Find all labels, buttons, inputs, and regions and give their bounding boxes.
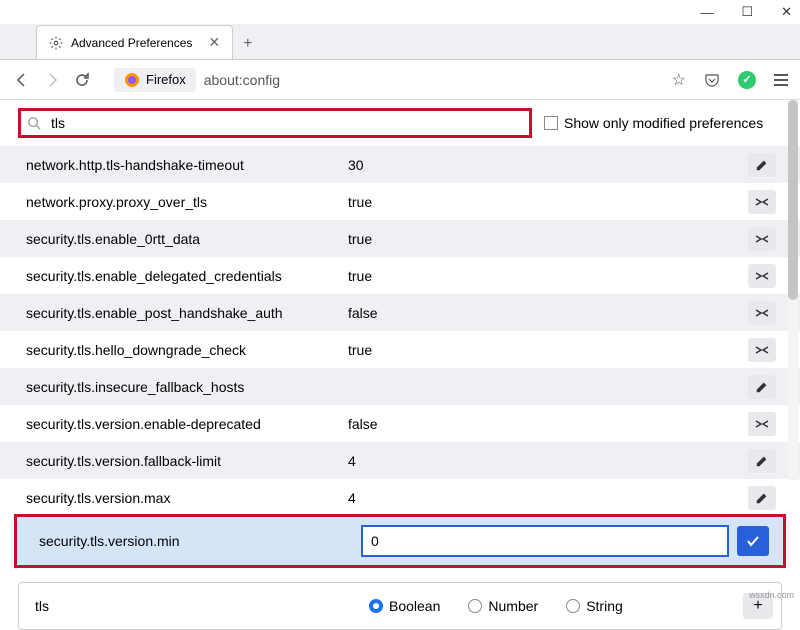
back-button[interactable] <box>12 70 32 90</box>
pref-row: security.tls.insecure_fallback_hosts <box>0 368 800 405</box>
pref-row-editing: security.tls.version.min <box>14 514 786 568</box>
radio-icon <box>566 599 580 613</box>
toggle-button[interactable] <box>748 338 776 362</box>
browser-tab[interactable]: Advanced Preferences ✕ <box>36 25 233 59</box>
pref-row: security.tls.version.fallback-limit4 <box>0 442 800 479</box>
pref-value: false <box>348 305 742 321</box>
pref-row: network.http.tls-handshake-timeout30 <box>0 146 800 183</box>
new-tab-button[interactable]: + <box>233 29 262 59</box>
pref-value: 30 <box>348 157 742 173</box>
pref-row: security.tls.enable_post_handshake_authf… <box>0 294 800 331</box>
pref-edit-input[interactable] <box>361 525 729 557</box>
edit-button[interactable] <box>748 153 776 177</box>
radio-number[interactable]: Number <box>468 598 538 614</box>
radio-icon <box>369 599 383 613</box>
tab-title: Advanced Preferences <box>71 36 192 50</box>
pref-name: security.tls.version.min <box>31 533 361 549</box>
radio-boolean[interactable]: Boolean <box>369 598 440 614</box>
gear-icon <box>49 36 63 50</box>
pref-name: security.tls.insecure_fallback_hosts <box>18 379 348 395</box>
tab-bar: Advanced Preferences ✕ + <box>0 24 800 60</box>
search-icon <box>27 116 41 130</box>
pref-value: true <box>348 231 742 247</box>
pref-row: network.proxy.proxy_over_tlstrue <box>0 183 800 220</box>
check-icon <box>745 533 761 549</box>
menu-button[interactable] <box>774 74 788 86</box>
firefox-icon <box>124 72 140 88</box>
pref-name: security.tls.version.fallback-limit <box>18 453 348 469</box>
pref-row: security.tls.version.enable-deprecatedfa… <box>0 405 800 442</box>
reload-button[interactable] <box>72 70 92 90</box>
radio-label: String <box>586 598 623 614</box>
toggle-button[interactable] <box>748 190 776 214</box>
pref-value: 4 <box>348 453 742 469</box>
search-box[interactable] <box>18 108 532 138</box>
nav-bar: Firefox about:config ☆ ✓ <box>0 60 800 100</box>
pref-value: true <box>348 194 742 210</box>
edit-button[interactable] <box>748 375 776 399</box>
watermark: wsxdn.com <box>749 590 794 600</box>
checkbox-icon <box>544 116 558 130</box>
toggle-button[interactable] <box>748 227 776 251</box>
search-input[interactable] <box>49 113 523 133</box>
pref-name: security.tls.enable_0rtt_data <box>18 231 348 247</box>
scrollbar[interactable] <box>788 100 798 480</box>
add-pref-name: tls <box>27 598 357 614</box>
forward-button[interactable] <box>42 70 62 90</box>
edit-button[interactable] <box>748 449 776 473</box>
minimize-button[interactable]: — <box>700 5 713 20</box>
preference-list: network.http.tls-handshake-timeout30netw… <box>0 146 800 516</box>
pref-value: true <box>348 268 742 284</box>
pref-row: security.tls.enable_delegated_credential… <box>0 257 800 294</box>
close-tab-icon[interactable]: ✕ <box>208 34 220 51</box>
pref-value: false <box>348 416 742 432</box>
toggle-button[interactable] <box>748 264 776 288</box>
save-button[interactable] <box>737 526 769 556</box>
checkbox-label: Show only modified preferences <box>564 115 763 131</box>
pref-name: security.tls.enable_delegated_credential… <box>18 268 348 284</box>
toggle-button[interactable] <box>748 301 776 325</box>
pref-row: security.tls.hello_downgrade_checktrue <box>0 331 800 368</box>
bookmark-icon[interactable]: ☆ <box>672 70 686 90</box>
radio-string[interactable]: String <box>566 598 623 614</box>
toggle-button[interactable] <box>748 412 776 436</box>
type-radios: Boolean Number String <box>369 598 731 614</box>
extension-icon[interactable]: ✓ <box>738 71 756 89</box>
filter-bar: Show only modified preferences <box>0 100 800 146</box>
show-modified-checkbox[interactable]: Show only modified preferences <box>544 115 763 131</box>
maximize-button[interactable]: ☐ <box>741 4 753 20</box>
url-identity[interactable]: Firefox <box>114 68 196 92</box>
pref-row: security.tls.enable_0rtt_datatrue <box>0 220 800 257</box>
url-prefix-label: Firefox <box>146 72 186 87</box>
url-text: about:config <box>204 72 662 88</box>
pocket-icon[interactable] <box>704 72 720 88</box>
pref-value: true <box>348 342 742 358</box>
scroll-thumb[interactable] <box>788 100 798 300</box>
pref-name: security.tls.version.max <box>18 490 348 506</box>
url-bar[interactable]: Firefox about:config <box>114 68 662 92</box>
radio-label: Number <box>488 598 538 614</box>
pref-name: security.tls.version.enable-deprecated <box>18 416 348 432</box>
pref-row: security.tls.version.max4 <box>0 479 800 516</box>
add-pref-bar: tls BooleanNumberString + <box>18 582 782 630</box>
pref-name: network.http.tls-handshake-timeout <box>18 157 348 173</box>
window-controls: — ☐ ✕ <box>0 0 800 24</box>
pref-name: security.tls.hello_downgrade_check <box>18 342 348 358</box>
radio-icon <box>468 599 482 613</box>
close-window-button[interactable]: ✕ <box>781 4 792 20</box>
pref-value: 4 <box>348 490 742 506</box>
radio-label: Boolean <box>389 598 440 614</box>
edit-button[interactable] <box>748 486 776 510</box>
pref-name: security.tls.enable_post_handshake_auth <box>18 305 348 321</box>
pref-name: network.proxy.proxy_over_tls <box>18 194 348 210</box>
